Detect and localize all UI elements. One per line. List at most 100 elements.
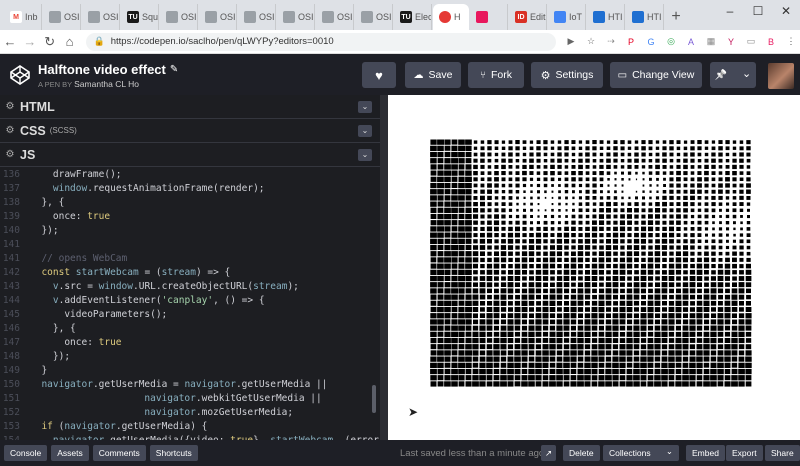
halftone-dot (451, 151, 458, 158)
halftone-dot (479, 356, 486, 362)
menu-icon[interactable]: ⋮ (782, 36, 800, 48)
js-code-editor[interactable]: 136 drawFrame(); 137 window.requestAnimat… (0, 167, 380, 441)
browser-tab[interactable]: HTI (587, 4, 625, 30)
chevron-down-icon[interactable]: ⌄ (358, 100, 372, 113)
home-icon[interactable]: ⌂ (60, 34, 80, 49)
author-link[interactable]: Samantha CL Ho (74, 79, 139, 89)
halftone-dot (557, 152, 562, 157)
editor-scrollbar[interactable] (372, 385, 376, 413)
codepen-logo-icon[interactable] (6, 61, 34, 89)
browser-tab[interactable]: OSI (43, 4, 81, 30)
gear-icon[interactable]: ⚙ (0, 101, 20, 112)
halftone-dot (458, 331, 465, 337)
pin-button[interactable]: 📌 ⌄ (710, 62, 756, 88)
back-icon[interactable]: ← (0, 34, 20, 49)
halftone-dot (465, 313, 472, 319)
halftone-dot (675, 263, 682, 269)
browser-tab[interactable]: OSI (82, 4, 120, 30)
chevron-down-icon[interactable]: ⌄ (742, 67, 751, 80)
gear-icon[interactable]: ⚙ (0, 149, 20, 160)
browser-tab[interactable]: OSI (160, 4, 198, 30)
halftone-dot (605, 245, 612, 250)
browser-tab[interactable]: OSI (355, 4, 393, 30)
resize-divider[interactable] (380, 95, 388, 440)
halftone-dot (578, 214, 583, 219)
pinterest-icon[interactable]: P (622, 36, 640, 48)
ext-icon-2[interactable]: ◎ (662, 36, 680, 48)
chevron-down-icon[interactable]: ⌄ (358, 124, 372, 137)
halftone-dot (627, 146, 632, 150)
browser-tab[interactable]: OSI (238, 4, 276, 30)
browser-tab[interactable]: M Inb (4, 4, 42, 30)
halftone-dot (662, 171, 667, 175)
css-panel-header[interactable]: ⚙ CSS (SCSS) ⌄ (0, 119, 380, 143)
browser-tab[interactable]: OSI (316, 4, 354, 30)
chevron-down-icon[interactable]: ⌄ (358, 148, 372, 161)
browser-tab[interactable]: H (433, 4, 469, 30)
halftone-dot (726, 233, 729, 237)
heart-button[interactable]: ♥ (362, 62, 396, 88)
browser-tab[interactable]: HTI (626, 4, 664, 30)
browser-tab[interactable]: TU Elec (394, 4, 432, 30)
halftone-dot (620, 239, 625, 244)
translate-icon[interactable]: G (642, 36, 660, 48)
ext-icon-3[interactable]: A (682, 36, 700, 48)
halftone-dot (542, 381, 549, 387)
halftone-dot (535, 350, 542, 356)
halftone-dot (719, 215, 722, 218)
ext-icon-1[interactable]: ⇢ (602, 36, 620, 48)
halftone-dot (689, 375, 696, 381)
reload-icon[interactable]: ↻ (40, 34, 60, 50)
collections-dropdown[interactable]: Collections ⌄ (603, 445, 679, 461)
halftone-dot (577, 344, 584, 350)
star-icon[interactable]: ☆ (582, 36, 600, 48)
halftone-dot (486, 381, 493, 387)
browser-tab[interactable] (470, 4, 508, 30)
new-tab-button[interactable]: + (665, 4, 687, 30)
change-view-button[interactable]: ▭ Change View (610, 62, 702, 88)
html-panel-header[interactable]: ⚙ HTML ⌄ (0, 95, 380, 119)
halftone-dot (451, 201, 458, 207)
console-button[interactable]: Console (4, 445, 48, 461)
ext-icon-4[interactable]: ▦ (702, 36, 720, 48)
js-panel-header[interactable]: ⚙ JS ⌄ (0, 143, 380, 167)
maximize-button[interactable]: ☐ (744, 0, 772, 22)
edit-title-icon[interactable]: ✎ (170, 64, 178, 75)
embed-button[interactable]: Embed (686, 445, 725, 461)
halftone-dot (515, 214, 520, 219)
browser-tab[interactable]: IoT (548, 4, 586, 30)
ext-icon-6[interactable]: ▭ (742, 36, 760, 48)
halftone-dot (564, 301, 569, 306)
delete-button[interactable]: Delete (563, 445, 600, 461)
halftone-dot (599, 177, 604, 182)
pen-title[interactable]: Halftone video effect (38, 62, 166, 77)
camera-icon[interactable]: ▶ (562, 36, 580, 48)
halftone-dot (493, 313, 500, 319)
minimize-button[interactable]: – (716, 0, 744, 22)
halftone-dot (606, 140, 611, 144)
share-button[interactable]: Share (765, 445, 800, 461)
user-avatar[interactable] (768, 63, 794, 89)
comments-button[interactable]: Comments (92, 445, 146, 461)
export-button[interactable]: Export (726, 445, 763, 461)
open-external-icon[interactable]: ↗ (541, 445, 557, 461)
halftone-dot (732, 152, 737, 157)
url-input[interactable]: 🔒 https://codepen.io/saclho/pen/qLWYPy?e… (85, 32, 556, 51)
fork-button[interactable]: ⑂ Fork (468, 62, 524, 88)
ext-icon-5[interactable]: Y (722, 36, 740, 48)
halftone-dot (571, 251, 576, 256)
gear-icon[interactable]: ⚙ (0, 125, 20, 136)
tab-favicon-icon: ID (515, 11, 527, 23)
close-window-button[interactable]: ✕ (772, 0, 800, 22)
browser-tab[interactable]: OSI (277, 4, 315, 30)
halftone-dot (690, 152, 695, 157)
browser-tab[interactable]: TU Squ (121, 4, 159, 30)
settings-button[interactable]: ⚙ Settings (531, 62, 603, 88)
forward-icon[interactable]: → (20, 34, 40, 49)
shortcuts-button[interactable]: Shortcuts (149, 445, 198, 461)
profile-icon[interactable]: B (762, 36, 780, 48)
assets-button[interactable]: Assets (51, 445, 89, 461)
browser-tab[interactable]: ID Edit (509, 4, 547, 30)
save-button[interactable]: ☁ Save (405, 62, 461, 88)
browser-tab[interactable]: OSI (199, 4, 237, 30)
